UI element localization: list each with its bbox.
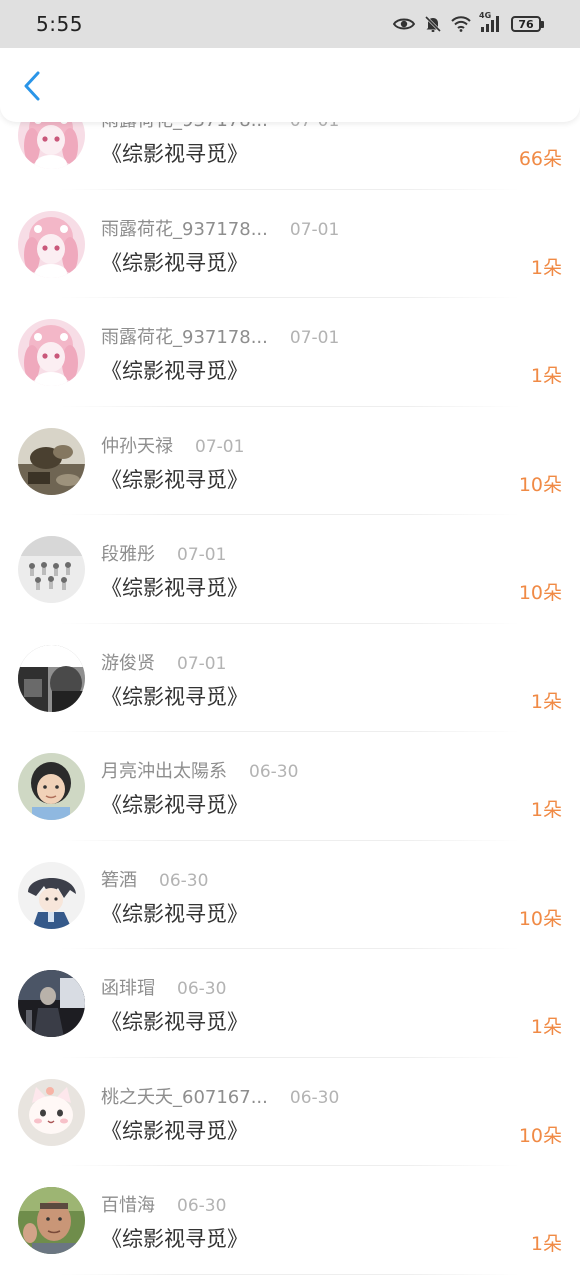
avatar-man-portrait[interactable]: [18, 1187, 85, 1254]
flower-count: 10朵: [518, 582, 562, 604]
flower-count: 1朵: [530, 1016, 562, 1038]
user-name[interactable]: 函琲瑁: [101, 974, 155, 1000]
book-title[interactable]: 《综影视寻觅》: [101, 138, 248, 168]
back-button[interactable]: [14, 68, 50, 104]
user-name[interactable]: 段雅彤: [101, 540, 155, 566]
name-line: 函琲瑁 06-30: [101, 974, 226, 1000]
post-date: 06-30: [289, 1087, 340, 1108]
avatar-sepia-scene[interactable]: [18, 427, 85, 495]
list-item-10[interactable]: 桃之夭夭_607167... 06-30 《综影视寻觅》 10朵: [0, 1058, 580, 1166]
book-title[interactable]: 《综影视寻觅》: [101, 572, 248, 602]
flower-count: 1朵: [530, 256, 562, 279]
user-name[interactable]: 月亮沖出太陽系: [101, 757, 227, 783]
flower-count: 1朵: [530, 1233, 562, 1255]
avatar-grey-group[interactable]: [18, 536, 85, 603]
book-title[interactable]: 《综影视寻觅》: [101, 355, 248, 385]
wifi-icon: [451, 16, 471, 32]
avatar-cat-face[interactable]: [18, 1078, 85, 1146]
flower-count: 10朵: [518, 907, 562, 930]
post-date: 07-01: [289, 328, 340, 348]
post-date: 06-30: [177, 979, 227, 999]
list-item-7[interactable]: 月亮沖出太陽系 06-30 《综影视寻觅》 1朵: [0, 732, 580, 841]
user-name[interactable]: 百惜海: [101, 1191, 155, 1217]
user-name[interactable]: 箬酒: [101, 866, 137, 892]
post-date: 06-30: [249, 762, 299, 782]
list-item-11[interactable]: 百惜海 06-30 《综影视寻觅》 1朵: [0, 1166, 580, 1275]
chevron-left-icon: [24, 71, 40, 101]
signal-icon: 4G: [479, 11, 502, 33]
flower-count: 10朵: [518, 1124, 562, 1147]
user-name[interactable]: 雨露荷花_937178...: [101, 323, 268, 349]
name-line: 百惜海 06-30: [101, 1191, 226, 1217]
name-line: 雨露荷花_937178... 07-01: [101, 323, 339, 349]
list-item-3[interactable]: 雨露荷花_937178... 07-01 《综影视寻觅》 1朵: [0, 298, 580, 407]
list-item-2[interactable]: 雨露荷花_937178... 07-01 《综影视寻觅》 1朵: [0, 190, 580, 298]
user-name[interactable]: 仲孙天禄: [101, 432, 173, 458]
book-title[interactable]: 《综影视寻觅》: [101, 898, 248, 928]
flower-count: 10朵: [518, 473, 562, 496]
flower-count: 1朵: [530, 690, 562, 713]
book-title[interactable]: 《综影视寻觅》: [101, 789, 248, 819]
battery-icon: 76: [511, 16, 544, 32]
list-item-4[interactable]: 仲孙天禄 07-01 《综影视寻觅》 10朵: [0, 407, 580, 515]
avatar-anime-boy-blue[interactable]: [18, 861, 85, 929]
book-title[interactable]: 《综影视寻觅》: [101, 1115, 248, 1145]
battery-level: 76: [511, 16, 541, 32]
name-line: 雨露荷花_937178... 07-01: [101, 215, 339, 241]
flower-count: 1朵: [530, 365, 562, 387]
book-title[interactable]: 《综影视寻觅》: [101, 681, 248, 711]
list-item-8[interactable]: 箬酒 06-30 《综影视寻觅》 10朵: [0, 841, 580, 949]
post-date: 07-01: [289, 219, 340, 240]
post-date: 06-30: [177, 1196, 227, 1216]
eye-icon: [393, 17, 415, 31]
post-date: 07-01: [177, 545, 227, 565]
post-date: 07-01: [177, 653, 227, 674]
avatar-dark-photo[interactable]: [18, 644, 85, 712]
bell-muted-icon: [424, 15, 442, 33]
name-line: 箬酒 06-30: [101, 866, 208, 892]
status-bar: 5:55 4G 76: [0, 0, 580, 48]
name-line: 月亮沖出太陽系 06-30: [101, 757, 298, 783]
post-date: 06-30: [159, 870, 209, 891]
book-title[interactable]: 《综影视寻觅》: [101, 247, 248, 277]
list-item-9[interactable]: 函琲瑁 06-30 《综影视寻觅》 1朵: [0, 949, 580, 1058]
page-header: [0, 48, 580, 122]
book-title[interactable]: 《综影视寻觅》: [101, 1006, 248, 1036]
status-time: 5:55: [36, 12, 83, 36]
network-type: 4G: [479, 11, 492, 20]
avatar-pink-anime-girl[interactable]: [18, 319, 85, 386]
name-line: 游俊贤 07-01: [101, 649, 226, 675]
post-date: 07-01: [195, 436, 245, 457]
flower-count: 66朵: [518, 148, 562, 170]
flower-count: 1朵: [530, 799, 562, 821]
book-title[interactable]: 《综影视寻觅》: [101, 1223, 248, 1253]
avatar-child-portrait[interactable]: [18, 753, 85, 820]
name-line: 桃之夭夭_607167... 06-30: [101, 1083, 339, 1109]
name-line: 仲孙天禄 07-01: [101, 432, 244, 458]
avatar-dark-figure[interactable]: [18, 970, 85, 1037]
user-name[interactable]: 桃之夭夭_607167...: [101, 1083, 268, 1109]
user-name[interactable]: 雨露荷花_937178...: [101, 215, 268, 241]
status-icons: 4G 76: [393, 11, 544, 33]
list-item-5[interactable]: 段雅彤 07-01 《综影视寻觅》 10朵: [0, 515, 580, 624]
user-name[interactable]: 游俊贤: [101, 649, 155, 675]
avatar-pink-anime-girl[interactable]: [18, 210, 85, 278]
list-item-6[interactable]: 游俊贤 07-01 《综影视寻觅》 1朵: [0, 624, 580, 732]
book-title[interactable]: 《综影视寻觅》: [101, 464, 248, 494]
gift-list: 雨露荷花_937178... 07-01 《综影视寻觅》 66朵 雨露荷花_93…: [0, 81, 580, 1275]
divider: [60, 1273, 520, 1275]
name-line: 段雅彤 07-01: [101, 540, 226, 566]
